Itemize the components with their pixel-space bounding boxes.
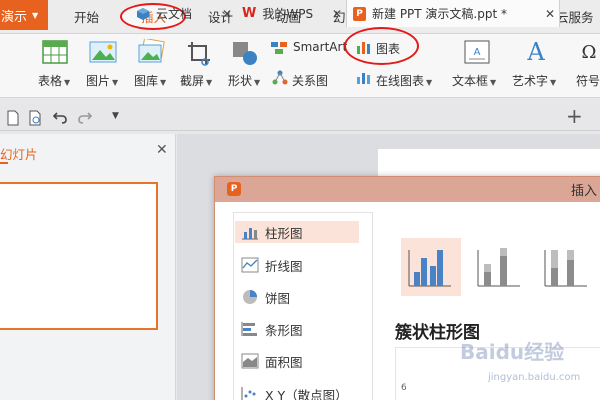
screenshot-button[interactable]: 截屏 ▼ (180, 72, 212, 89)
cube-icon (136, 7, 150, 21)
textbox-icon[interactable]: A (464, 40, 490, 67)
close-icon[interactable]: ✕ (332, 7, 342, 21)
close-icon[interactable]: ✕ (545, 7, 555, 21)
online-chart-icon[interactable] (356, 70, 372, 87)
chart-type-label: 饼图 (265, 290, 291, 306)
panel-close-icon[interactable]: ✕ (156, 142, 168, 158)
textbox-button[interactable]: 文本框 ▼ (452, 72, 496, 89)
undo-icon[interactable] (52, 110, 67, 127)
dialog-title-bar[interactable] (215, 177, 600, 202)
bar-chart-icon (241, 321, 259, 337)
tab-ppt-document[interactable]: P 新建 PPT 演示文稿.ppt * ✕ (346, 0, 560, 27)
new-document-icon[interactable] (6, 110, 20, 129)
wordart-label: 艺术字 (512, 74, 549, 88)
picture-button[interactable]: 图片 ▼ (86, 72, 118, 89)
chart-type-label: 面积图 (265, 354, 303, 370)
slides-panel-title[interactable]: 幻灯片 (0, 144, 38, 163)
picture-label: 图片 (86, 74, 111, 88)
new-tab-button[interactable]: + (566, 104, 583, 128)
scatter-chart-icon (241, 386, 259, 400)
screenshot-label: 截屏 (180, 74, 205, 88)
chart-icon[interactable] (356, 40, 372, 57)
smartart-button[interactable]: SmartArt (293, 40, 347, 54)
relation-icon[interactable] (272, 70, 288, 89)
chevron-down-icon: ▼ (32, 10, 39, 20)
textbox-label: 文本框 (452, 74, 489, 88)
chart-type-label: 柱形图 (265, 225, 303, 241)
online-chart-button[interactable]: 在线图表 ▼ (376, 72, 432, 89)
chart-type-line[interactable]: 折线图 (235, 254, 359, 276)
app-menu-button[interactable]: 演示 ▼ (0, 0, 48, 30)
smartart-icon[interactable] (270, 41, 288, 58)
pie-chart-icon (241, 289, 259, 305)
stacked-column-preview[interactable] (470, 238, 530, 296)
percent-stacked-column-preview[interactable] (537, 238, 597, 296)
baidu-watermark-url: jingyan.baidu.com (488, 372, 581, 383)
app-name: 演示 (1, 9, 28, 25)
dialog-title: 插入 (571, 184, 598, 199)
gallery-button[interactable]: 图库 ▼ (134, 72, 166, 89)
svg-text:Ω: Ω (582, 42, 597, 63)
chart-type-column[interactable]: 柱形图 (235, 221, 359, 243)
preview-axis-tick: 6 (401, 383, 407, 393)
svg-text:A: A (474, 47, 481, 58)
table-button[interactable]: 表格 ▼ (38, 72, 70, 89)
baidu-watermark: Baidu经验 (460, 340, 565, 364)
wps-presentation-logo-icon: P (227, 182, 241, 196)
shape-label: 形状 (228, 74, 253, 88)
area-chart-icon (241, 353, 259, 369)
tab-my-wps[interactable]: W 我的WPS ✕ (236, 0, 342, 27)
ppt-file-icon: P (353, 6, 366, 21)
tab-cloud[interactable]: 云服务 (556, 7, 594, 26)
gallery-icon[interactable] (137, 37, 165, 68)
online-chart-label: 在线图表 (376, 74, 425, 88)
symbol-button[interactable]: 符号 (576, 72, 600, 89)
svg-text:A: A (526, 38, 545, 66)
wps-logo-icon: W (242, 6, 257, 21)
clustered-column-preview[interactable] (401, 238, 461, 296)
omega-icon[interactable]: Ω (578, 40, 600, 67)
chart-type-label: 折线图 (265, 258, 303, 274)
redo-icon[interactable] (78, 110, 93, 127)
shape-button[interactable]: 形状 ▼ (228, 72, 260, 89)
table-icon[interactable] (42, 40, 68, 67)
chart-type-bar[interactable]: 条形图 (235, 318, 359, 340)
table-label: 表格 (38, 74, 63, 88)
column-chart-icon (241, 224, 259, 240)
chart-type-label: 条形图 (265, 322, 303, 338)
close-icon[interactable]: ✕ (222, 7, 232, 21)
gallery-label: 图库 (134, 74, 159, 88)
wordart-button[interactable]: 艺术字 ▼ (512, 72, 556, 89)
slide-thumbnail[interactable] (0, 182, 158, 330)
chart-type-area[interactable]: 面积图 (235, 350, 359, 372)
line-chart-icon (241, 257, 259, 273)
chart-button[interactable]: 图表 (376, 40, 400, 57)
tab-cloud-docs[interactable]: 云文档 ✕ (128, 0, 232, 27)
screenshot-icon[interactable] (186, 40, 212, 69)
print-preview-icon[interactable] (28, 110, 44, 129)
tab-ppt-label: 新建 PPT 演示文稿.ppt * (372, 7, 508, 21)
chart-type-scatter[interactable]: X Y（散点图） (235, 383, 359, 400)
relation-button[interactable]: 关系图 (292, 72, 328, 89)
quick-access-dropdown-icon[interactable]: ▼ (112, 111, 119, 121)
picture-icon[interactable] (89, 41, 117, 66)
chart-type-pie[interactable]: 饼图 (235, 286, 359, 308)
tab-my-wps-label: 我的WPS (262, 7, 314, 21)
tab-home[interactable]: 开始 (74, 7, 99, 26)
slides-tab-underline (0, 162, 8, 164)
chart-type-label: X Y（散点图） (265, 387, 348, 400)
shape-icon[interactable] (231, 40, 259, 69)
tab-cloud-docs-label: 云文档 (156, 7, 193, 21)
wordart-icon[interactable]: A (524, 38, 548, 69)
